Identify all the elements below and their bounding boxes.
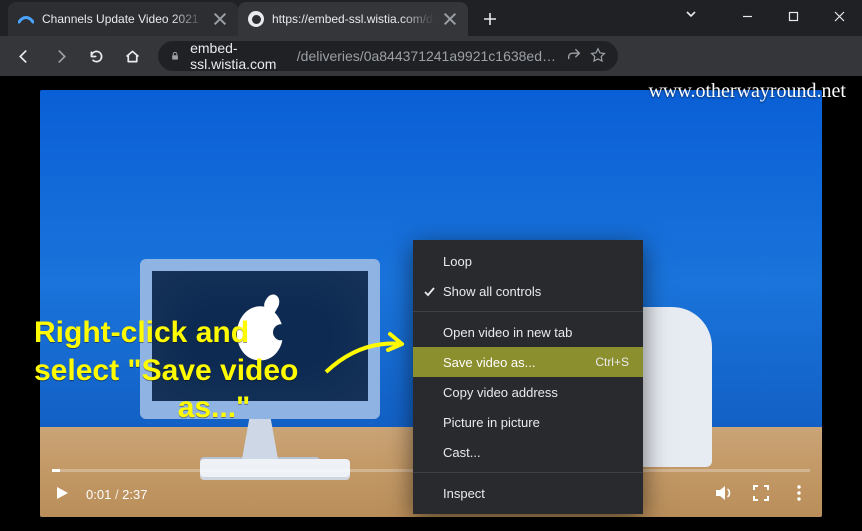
ctx-separator (413, 472, 643, 473)
check-icon (422, 284, 436, 298)
lock-icon (170, 49, 180, 63)
ctx-item-loop[interactable]: Loop (413, 246, 643, 276)
ctx-item-copy-address[interactable]: Copy video address (413, 377, 643, 407)
tab-strip: Channels Update Video 2021 - Ri https://… (0, 2, 504, 36)
forward-button[interactable] (44, 40, 76, 72)
annotation-arrow-icon (320, 320, 420, 385)
play-button[interactable] (54, 485, 70, 504)
ctx-label: Save video as... (443, 355, 536, 370)
close-icon[interactable] (212, 11, 228, 27)
tab-title: https://embed-ssl.wistia.com/del (272, 12, 434, 26)
home-button[interactable] (116, 40, 148, 72)
ctx-item-cast[interactable]: Cast... (413, 437, 643, 467)
ctx-label: Loop (443, 254, 472, 269)
duration: 2:37 (122, 487, 147, 502)
reload-button[interactable] (80, 40, 112, 72)
favicon-icon (18, 11, 34, 27)
share-icon[interactable] (566, 47, 582, 66)
ctx-shortcut: Ctrl+S (595, 355, 629, 369)
annotation-line: as..." (34, 389, 394, 427)
favicon-icon (248, 11, 264, 27)
ctx-separator (413, 311, 643, 312)
tab-active[interactable]: https://embed-ssl.wistia.com/del (238, 2, 468, 36)
current-time: 0:01 (86, 487, 111, 502)
ctx-item-open-new-tab[interactable]: Open video in new tab (413, 317, 643, 347)
close-icon[interactable] (442, 11, 458, 27)
context-menu: Loop Show all controls Open video in new… (413, 240, 643, 514)
tab-overflow-button[interactable] (680, 8, 702, 20)
new-tab-button[interactable] (476, 5, 504, 33)
ctx-label: Picture in picture (443, 415, 540, 430)
address-bar[interactable]: embed-ssl.wistia.com/deliveries/0a844371… (158, 41, 618, 71)
minimize-button[interactable] (724, 0, 770, 32)
toolbar: embed-ssl.wistia.com/deliveries/0a844371… (0, 36, 862, 76)
page-content: www.otherwayround.net Right-click and se… (0, 76, 862, 531)
tab-inactive[interactable]: Channels Update Video 2021 - Ri (8, 2, 238, 36)
url-host: embed-ssl.wistia.com (190, 40, 287, 72)
player-menu-button[interactable] (790, 484, 808, 505)
window-controls (724, 0, 862, 32)
ctx-item-save-video-as[interactable]: Save video as... Ctrl+S (413, 347, 643, 377)
time-display: 0:01 / 2:37 (86, 487, 147, 502)
ctx-label: Show all controls (443, 284, 541, 299)
titlebar: Channels Update Video 2021 - Ri https://… (0, 0, 862, 36)
url-path: /deliveries/0a844371241a9921c1638ed… (297, 48, 556, 64)
watermark-text: www.otherwayround.net (648, 80, 846, 103)
ctx-item-show-controls[interactable]: Show all controls (413, 276, 643, 306)
tab-title: Channels Update Video 2021 - Ri (42, 12, 204, 26)
back-button[interactable] (8, 40, 40, 72)
ctx-label: Cast... (443, 445, 481, 460)
ctx-item-inspect[interactable]: Inspect (413, 478, 643, 508)
maximize-button[interactable] (770, 0, 816, 32)
browser-window: Channels Update Video 2021 - Ri https://… (0, 0, 862, 531)
ctx-label: Inspect (443, 486, 485, 501)
ctx-label: Open video in new tab (443, 325, 572, 340)
ctx-item-pip[interactable]: Picture in picture (413, 407, 643, 437)
volume-button[interactable] (714, 484, 732, 505)
fullscreen-button[interactable] (752, 484, 770, 505)
bookmark-icon[interactable] (590, 47, 606, 66)
close-button[interactable] (816, 0, 862, 32)
ctx-label: Copy video address (443, 385, 558, 400)
